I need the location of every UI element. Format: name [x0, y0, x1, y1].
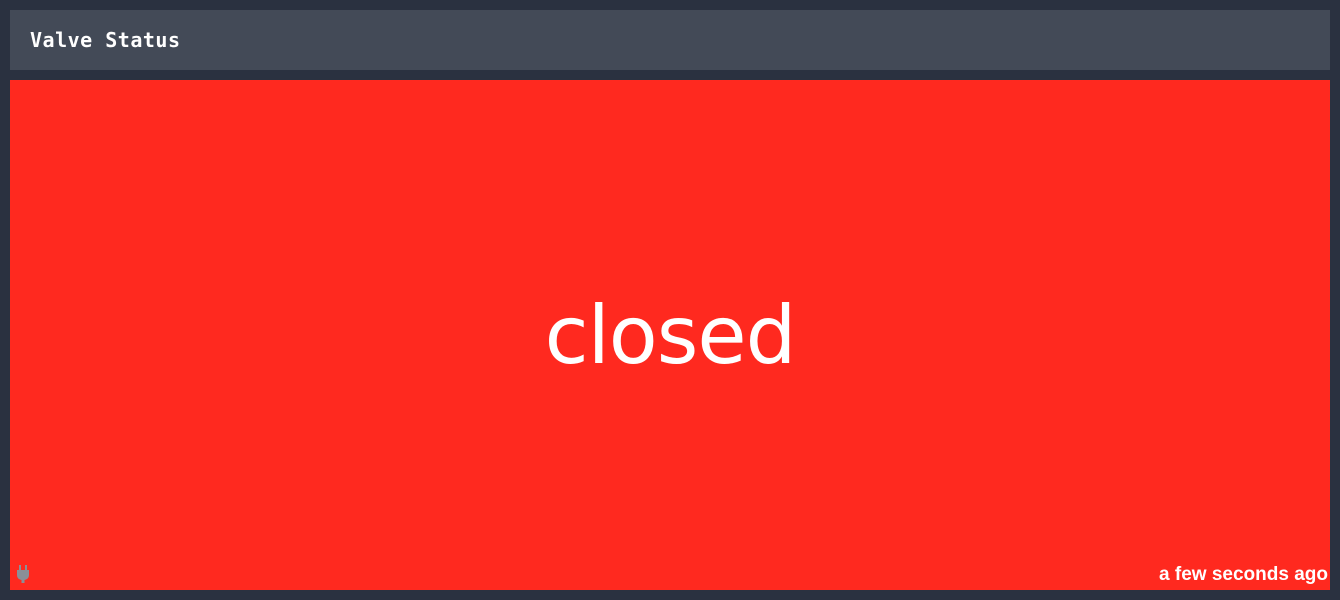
- valve-status-panel: closed a few seconds ago: [10, 80, 1330, 590]
- plug-icon: [16, 564, 30, 584]
- widget-title: Valve Status: [30, 28, 181, 52]
- last-updated-text: a few seconds ago: [1159, 564, 1328, 585]
- widget-header: Valve Status: [10, 10, 1330, 70]
- valve-status-value: closed: [544, 288, 797, 382]
- dashboard: Valve Status closed a few seconds ago: [0, 0, 1340, 600]
